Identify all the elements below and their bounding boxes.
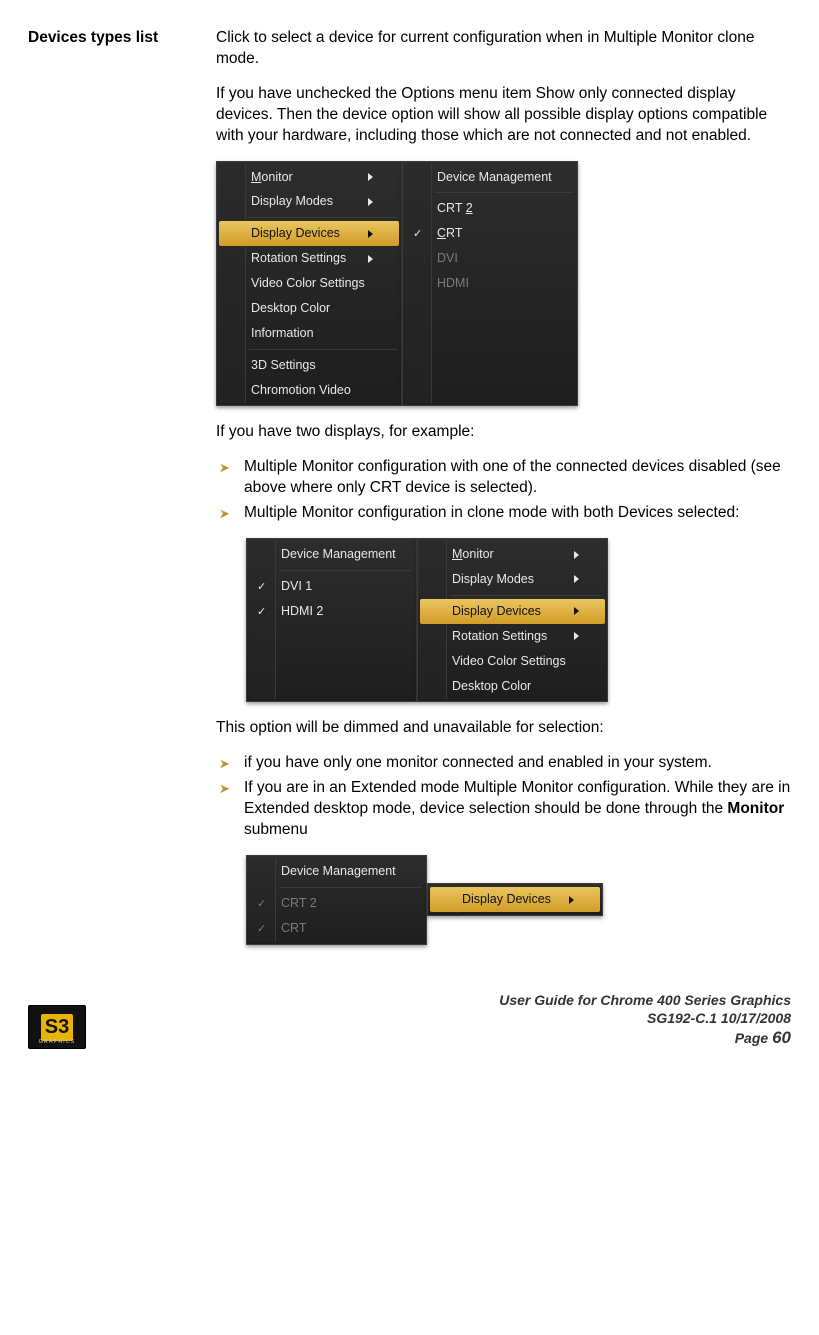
menu1-left-item-6[interactable]: Desktop Color: [219, 296, 399, 321]
menu1-left-item-0[interactable]: Monitor: [219, 165, 399, 190]
bullet-list-1: Multiple Monitor configuration with one …: [216, 457, 791, 524]
menu1-left-item-10[interactable]: Chromotion Video: [219, 378, 399, 403]
menu-screenshot-1: MonitorDisplay Modes Display DevicesRotat…: [216, 161, 791, 407]
menu1-left-item-5[interactable]: Video Color Settings: [219, 271, 399, 296]
footer-meta: SG192-C.1 10/17/2008: [499, 1009, 791, 1027]
chevron-right-icon: [569, 896, 574, 904]
menu2-left-item-1[interactable]: ✓HDMI 2: [249, 599, 414, 624]
menu1-right-item-3[interactable]: HDMI: [405, 271, 575, 296]
menu2-left-item-0[interactable]: ✓DVI 1: [249, 574, 414, 599]
menu3-left-panel: Device Management ✓CRT 2✓CRT: [246, 855, 427, 945]
menu2-right-item-5[interactable]: Video Color Settings: [420, 649, 605, 674]
menu1-right-item-1[interactable]: ✓CRT: [405, 221, 575, 246]
para-2: If you have unchecked the Options menu i…: [216, 84, 791, 147]
menu1-left-panel: MonitorDisplay Modes Display DevicesRotat…: [216, 161, 402, 407]
menu1-left-item-7[interactable]: Information: [219, 321, 399, 346]
bullet-list-2: if you have only one monitor connected a…: [216, 753, 791, 841]
chevron-right-icon: [368, 230, 373, 238]
menu1-left-item-9[interactable]: 3D Settings: [219, 353, 399, 378]
page-footer: S3 GRAPHICS User Guide for Chrome 400 Se…: [28, 991, 791, 1049]
menu-screenshot-3: Device Management ✓CRT 2✓CRT Display Dev…: [246, 855, 791, 945]
menu1-left-item-4[interactable]: Rotation Settings: [219, 246, 399, 271]
menu2-right-item-3[interactable]: Display Devices: [420, 599, 605, 624]
bullet-2b: If you are in an Extended mode Multiple …: [216, 778, 791, 841]
section-content: Click to select a device for current con…: [216, 28, 791, 961]
menu3-left-item-0[interactable]: ✓CRT 2: [249, 891, 424, 916]
menu2-left-header[interactable]: Device Management: [249, 542, 414, 567]
bullet-2a: if you have only one monitor connected a…: [216, 753, 791, 774]
chevron-right-icon: [368, 173, 373, 181]
menu1-right-item-2[interactable]: DVI: [405, 246, 575, 271]
para-intro2: If you have two displays, for example:: [216, 422, 791, 443]
chevron-right-icon: [368, 255, 373, 263]
s3-logo: S3 GRAPHICS: [28, 1005, 86, 1049]
section-label: Devices types list: [28, 28, 198, 961]
para-intro3: This option will be dimmed and unavailab…: [216, 718, 791, 739]
bullet-1a: Multiple Monitor configuration with one …: [216, 457, 791, 499]
footer-page: Page 60: [499, 1027, 791, 1049]
menu2-right-panel: MonitorDisplay Modes Display DevicesRotat…: [417, 538, 608, 702]
menu1-right-panel: Device Management CRT 2✓CRTDVIHDMI: [402, 161, 578, 407]
menu-screenshot-2: Device Management ✓DVI 1✓HDMI 2 MonitorD…: [246, 538, 791, 702]
chevron-right-icon: [574, 575, 579, 583]
chevron-right-icon: [368, 198, 373, 206]
chevron-right-icon: [574, 632, 579, 640]
menu1-left-item-3[interactable]: Display Devices: [219, 221, 399, 246]
menu2-right-item-4[interactable]: Rotation Settings: [420, 624, 605, 649]
menu3-right-panel: Display Devices: [427, 883, 603, 916]
para-1: Click to select a device for current con…: [216, 28, 791, 70]
menu2-right-item-1[interactable]: Display Modes: [420, 567, 605, 592]
menu1-right-header[interactable]: Device Management: [405, 165, 575, 190]
menu3-left-header[interactable]: Device Management: [249, 859, 424, 884]
menu2-right-item-0[interactable]: Monitor: [420, 542, 605, 567]
chevron-right-icon: [574, 551, 579, 559]
bullet-1b: Multiple Monitor configuration in clone …: [216, 503, 791, 524]
footer-title: User Guide for Chrome 400 Series Graphic…: [499, 991, 791, 1009]
menu3-right-item[interactable]: Display Devices: [430, 887, 600, 912]
menu2-right-item-6[interactable]: Desktop Color: [420, 674, 605, 699]
menu2-left-panel: Device Management ✓DVI 1✓HDMI 2: [246, 538, 417, 702]
chevron-right-icon: [574, 607, 579, 615]
menu1-right-item-0[interactable]: CRT 2: [405, 196, 575, 221]
menu3-left-item-1[interactable]: ✓CRT: [249, 916, 424, 941]
menu1-left-item-1[interactable]: Display Modes: [219, 189, 399, 214]
